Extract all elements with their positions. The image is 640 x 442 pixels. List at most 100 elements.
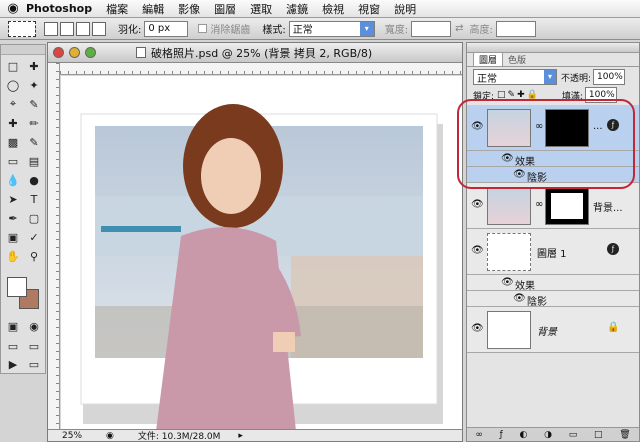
magic-wand-icon[interactable]: ✦ [24, 76, 44, 94]
screen-mode-3-icon[interactable]: ▭ [24, 355, 44, 373]
quick-mask-icon[interactable]: ◉ [24, 317, 44, 335]
adjustment-layer-icon[interactable]: ◑ [544, 430, 552, 440]
canvas[interactable] [61, 76, 462, 429]
effect-shadow-row[interactable]: 👁 陰影 [467, 291, 639, 308]
type-tool-icon[interactable]: T [24, 190, 44, 208]
screen-mode-2-icon[interactable]: ▭ [24, 337, 44, 355]
move-tool-icon[interactable]: ✚ [24, 57, 44, 75]
feather-input[interactable]: 0 px [144, 20, 189, 37]
layer-row-background[interactable]: 👁 背景 🔒 [467, 307, 639, 353]
marquee-tool-preset-icon[interactable] [8, 20, 36, 37]
zoom-level[interactable]: 25% [62, 431, 100, 441]
pen-tool-icon[interactable]: ✒ [3, 209, 23, 227]
menu-help[interactable]: 說明 [394, 1, 416, 17]
chevron-down-icon: ▾ [359, 21, 374, 36]
toolbox-header [1, 45, 45, 55]
layer-row[interactable]: 👁 ∞ 背景... [467, 183, 639, 229]
menu-file[interactable]: 檔案 [106, 1, 128, 17]
eye-icon[interactable]: 👁 [501, 277, 514, 288]
layers-footer: ∞ ƒ ◐ ◑ ▭ □ 🗑 [467, 427, 639, 441]
brush-tool-icon[interactable]: ✏ [24, 114, 44, 132]
zoom-icon[interactable] [85, 47, 96, 58]
layer-name: 背景 [537, 327, 557, 338]
clone-stamp-icon[interactable]: ▩ [3, 133, 23, 151]
layer-name: 背景... [593, 203, 623, 214]
menu-select[interactable]: 選取 [250, 1, 272, 17]
style-value: 正常 [292, 25, 313, 36]
width-input[interactable] [411, 20, 452, 37]
standard-mode-icon[interactable]: ▣ [3, 317, 23, 335]
status-icon: ◉ [106, 430, 114, 441]
eye-icon[interactable]: 👁 [471, 199, 484, 210]
close-icon[interactable] [53, 47, 64, 58]
status-bar: 25% ◉ 文件: 10.3M/28.0M ▸ [48, 429, 462, 442]
zoom-tool-icon[interactable]: ⚲ [24, 247, 44, 265]
antialias-checkbox[interactable] [198, 24, 208, 33]
highlight-annotation [457, 99, 635, 189]
blur-tool-icon[interactable]: 💧 [3, 171, 23, 189]
add-style-icon[interactable]: ƒ [500, 430, 503, 440]
eye-icon[interactable]: 👁 [513, 293, 526, 304]
status-menu-icon[interactable]: ▸ [238, 431, 243, 441]
menu-bar: ◉ Photoshop 檔案 編輯 影像 圖層 選取 濾鏡 檢視 視窗 說明 [0, 0, 640, 18]
history-brush-icon[interactable]: ✎ [24, 133, 44, 151]
app-menu[interactable]: Photoshop [26, 2, 92, 15]
vertical-ruler[interactable] [48, 63, 60, 429]
effects-label: 效果 [515, 281, 535, 292]
menu-layer[interactable]: 圖層 [214, 1, 236, 17]
dodge-tool-icon[interactable]: ● [24, 171, 44, 189]
opacity-input[interactable]: 100% [593, 69, 626, 85]
selection-mode-icons[interactable] [44, 21, 106, 36]
healing-brush-icon[interactable]: ✚ [3, 114, 23, 132]
lasso-tool-icon[interactable]: ◯ [3, 76, 23, 94]
link-layers-icon[interactable]: ∞ [475, 430, 483, 440]
trash-icon[interactable]: 🗑 [619, 430, 630, 440]
eye-icon[interactable]: 👁 [471, 245, 484, 256]
shape-tool-icon[interactable]: ▢ [24, 209, 44, 227]
options-bar: 羽化: 0 px 消除鋸齒 樣式: 正常 ▾ 寬度: ⇄ 高度: [0, 18, 640, 40]
marquee-tool-icon[interactable]: □ [3, 57, 23, 75]
blend-row: 正常 ▾ 不透明: 100% [467, 67, 639, 87]
jump-to-imageready-icon[interactable]: ▶ [3, 355, 23, 373]
eraser-tool-icon[interactable]: ▭ [3, 152, 23, 170]
new-layer-icon[interactable]: □ [594, 430, 603, 440]
opacity-label: 不透明: [561, 73, 592, 84]
effects-row[interactable]: 👁 效果 [467, 275, 639, 292]
slice-tool-icon[interactable]: ✎ [24, 95, 44, 113]
foreground-color-swatch[interactable] [7, 277, 27, 297]
blend-mode-value: 正常 [477, 73, 497, 85]
eyedropper-icon[interactable]: ✓ [24, 228, 44, 246]
apple-menu-icon[interactable]: ◉ [0, 1, 26, 16]
document-title-bar[interactable]: 破格照片.psd @ 25% (背景 拷貝 2, RGB/8) [48, 43, 462, 63]
minimize-icon[interactable] [69, 47, 80, 58]
menu-view[interactable]: 檢視 [322, 1, 344, 17]
panel-tabs: 圖層 色版 [467, 52, 639, 67]
new-group-icon[interactable]: ▭ [569, 430, 578, 440]
menu-window[interactable]: 視窗 [358, 1, 380, 17]
style-select[interactable]: 正常 ▾ [288, 20, 375, 37]
notes-tool-icon[interactable]: ▣ [3, 228, 23, 246]
path-select-icon[interactable]: ➤ [3, 190, 23, 208]
hand-tool-icon[interactable]: ✋ [3, 247, 23, 265]
menu-filter[interactable]: 濾鏡 [286, 1, 308, 17]
menu-edit[interactable]: 編輯 [142, 1, 164, 17]
photo-boat [101, 226, 181, 232]
feather-label: 羽化: [118, 25, 142, 36]
tab-channels[interactable]: 色版 [503, 53, 531, 66]
menu-image[interactable]: 影像 [178, 1, 200, 17]
layer-thumbnail [487, 187, 531, 225]
horizontal-ruler[interactable] [60, 63, 462, 75]
eye-icon[interactable]: 👁 [471, 323, 484, 334]
swap-icon[interactable]: ⇄ [455, 23, 463, 34]
crop-tool-icon[interactable]: ⌖ [3, 95, 23, 113]
screen-mode-1-icon[interactable]: ▭ [3, 337, 23, 355]
blend-mode-select[interactable]: 正常 ▾ [473, 69, 557, 85]
document-icon [136, 47, 146, 58]
gradient-tool-icon[interactable]: ▤ [24, 152, 44, 170]
width-label: 寬度: [384, 25, 409, 36]
height-input[interactable] [495, 20, 536, 37]
add-mask-icon[interactable]: ◐ [520, 430, 528, 440]
tab-layers[interactable]: 圖層 [473, 52, 504, 66]
layer-row[interactable]: 👁 圖層 1 ƒ [467, 229, 639, 275]
layers-panel: 圖層 色版 正常 ▾ 不透明: 100% 鎖定: □✎✚🔒 填滿: 100% 👁… [457, 42, 640, 442]
